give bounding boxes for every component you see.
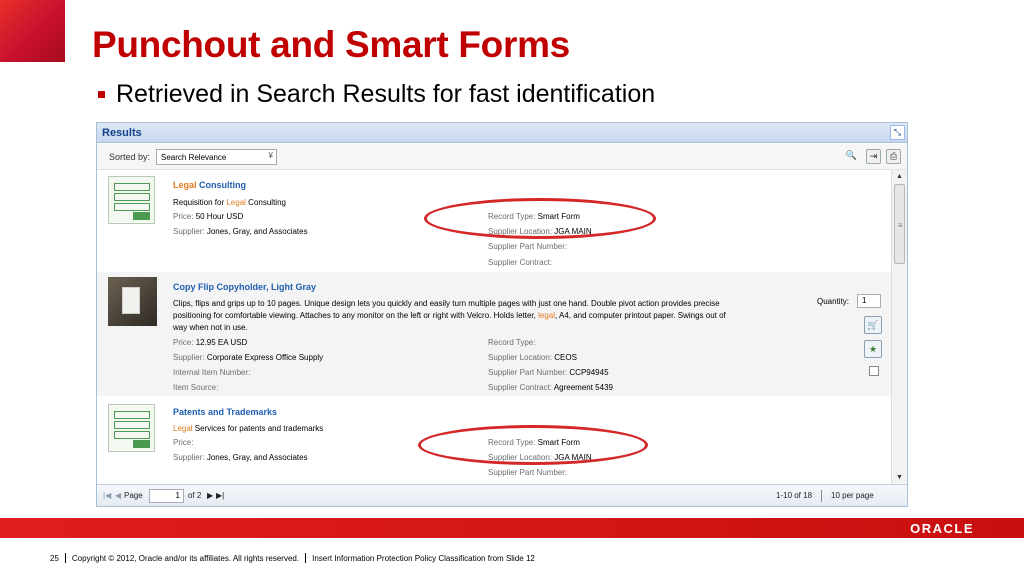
last-page-icon[interactable]: ▶| xyxy=(216,491,224,500)
result-range: 1-10 of 18 xyxy=(776,491,813,500)
footer-divider xyxy=(64,553,66,563)
sort-label: Sorted by: xyxy=(109,152,151,162)
magnifier-icon[interactable]: 🔍 xyxy=(844,149,859,164)
supplier-location-field: Supplier Location: CEOS xyxy=(488,353,577,362)
supplier-field: Supplier: Corporate Express Office Suppl… xyxy=(173,353,324,362)
result-item: Copy Flip Copyholder, Light Gray Clips, … xyxy=(97,272,891,396)
next-page-icon[interactable]: ▶ xyxy=(207,491,213,500)
price-field: Price: 12.95 EA USD xyxy=(173,338,248,347)
spreadsheet-icon xyxy=(108,176,155,224)
annotation-ellipse xyxy=(424,198,656,239)
previous-page-icon[interactable]: ◀ xyxy=(115,491,121,500)
internal-item-number-field: Internal Item Number: xyxy=(173,368,251,377)
panel-title: Results xyxy=(102,127,142,139)
supplier-contract-field: Supplier Contract: xyxy=(488,258,553,267)
sort-select[interactable]: Search Relevance ¥ xyxy=(156,149,277,165)
annotation-ellipse xyxy=(418,425,648,465)
slide-title: Punchout and Smart Forms xyxy=(92,24,570,65)
classification-text: Insert Information Protection Policy Cla… xyxy=(312,553,535,563)
supplier-contract-field: Supplier Contract: Agreement 5439 xyxy=(488,383,613,392)
chevron-down-icon: ¥ xyxy=(268,151,273,160)
page-count-label: of 2 xyxy=(188,491,202,500)
product-image xyxy=(108,277,157,326)
supplier-part-number-field: Supplier Part Number: xyxy=(488,468,568,477)
footer-divider xyxy=(305,553,307,563)
scroll-up-icon[interactable]: ▲ xyxy=(896,173,903,180)
bullet-text: Retrieved in Search Results for fast ide… xyxy=(116,80,656,108)
page-input[interactable]: 1 xyxy=(149,489,184,503)
spreadsheet-icon xyxy=(108,404,155,452)
result-description: Legal Services for patents and trademark… xyxy=(173,424,324,433)
footer-bar xyxy=(0,518,1024,538)
toolbar: Sorted by: Search Relevance ¥ 🔍 ⇥ ⎙ xyxy=(97,144,907,170)
compare-checkbox[interactable] xyxy=(869,366,879,376)
panel-header: Results ⤡ xyxy=(97,123,907,143)
result-description: Clips, flips and grips up to 10 pages. U… xyxy=(173,299,726,332)
expand-icon[interactable]: ⤡ xyxy=(890,125,905,140)
pagination-bar: |◀ ◀ Page 1 of 2 ▶ ▶| 1-10 of 18 10 per … xyxy=(97,484,907,506)
pager-divider xyxy=(821,490,822,502)
supplier-part-number-field: Supplier Part Number: xyxy=(488,242,568,251)
result-title-link[interactable]: Patents and Trademarks xyxy=(173,407,277,417)
copyright-text: Copyright © 2012, Oracle and/or its affi… xyxy=(71,553,300,563)
record-type-field: Record Type: xyxy=(488,338,536,347)
supplier-part-number-field: Supplier Part Number: CCP94945 xyxy=(488,368,609,377)
scrollbar-thumb[interactable]: ≡ xyxy=(894,184,905,264)
item-source-field: Item Source: xyxy=(173,383,219,392)
result-description: Requisition for Legal Consulting xyxy=(173,198,286,207)
first-page-icon[interactable]: |◀ xyxy=(103,491,111,500)
slide-number: 25 xyxy=(50,553,59,563)
price-field: Price: xyxy=(173,438,194,447)
result-title-link[interactable]: Copy Flip Copyholder, Light Gray xyxy=(173,282,316,292)
slide-footer: 25 Copyright © 2012, Oracle and/or its a… xyxy=(50,553,535,563)
page-label: Page xyxy=(124,491,143,500)
quantity-input[interactable]: 1 xyxy=(857,294,881,308)
oracle-logo: ORACLE xyxy=(910,521,974,536)
favorite-icon[interactable]: ★ xyxy=(864,340,882,358)
supplier-field: Supplier: Jones, Gray, and Associates xyxy=(173,227,308,236)
bullet-square-icon xyxy=(98,91,105,98)
add-to-cart-icon[interactable]: 🛒 xyxy=(864,316,882,334)
result-title-link[interactable]: Legal Consulting xyxy=(173,180,246,190)
scroll-down-icon[interactable]: ▼ xyxy=(896,474,903,481)
printer-icon[interactable]: ⎙ xyxy=(886,149,901,164)
per-page-selector[interactable]: 10 per page xyxy=(831,491,874,500)
bullet-point: Retrieved in Search Results for fast ide… xyxy=(98,80,655,109)
sort-select-value: Search Relevance xyxy=(161,153,227,162)
export-icon[interactable]: ⇥ xyxy=(866,149,881,164)
vertical-scrollbar[interactable]: ▲ ≡ ▼ xyxy=(891,170,907,484)
price-field: Price: 50 Hour USD xyxy=(173,212,244,221)
supplier-field: Supplier: Jones, Gray, and Associates xyxy=(173,453,308,462)
quantity-label: Quantity: xyxy=(817,297,850,306)
corner-decoration xyxy=(0,0,65,62)
